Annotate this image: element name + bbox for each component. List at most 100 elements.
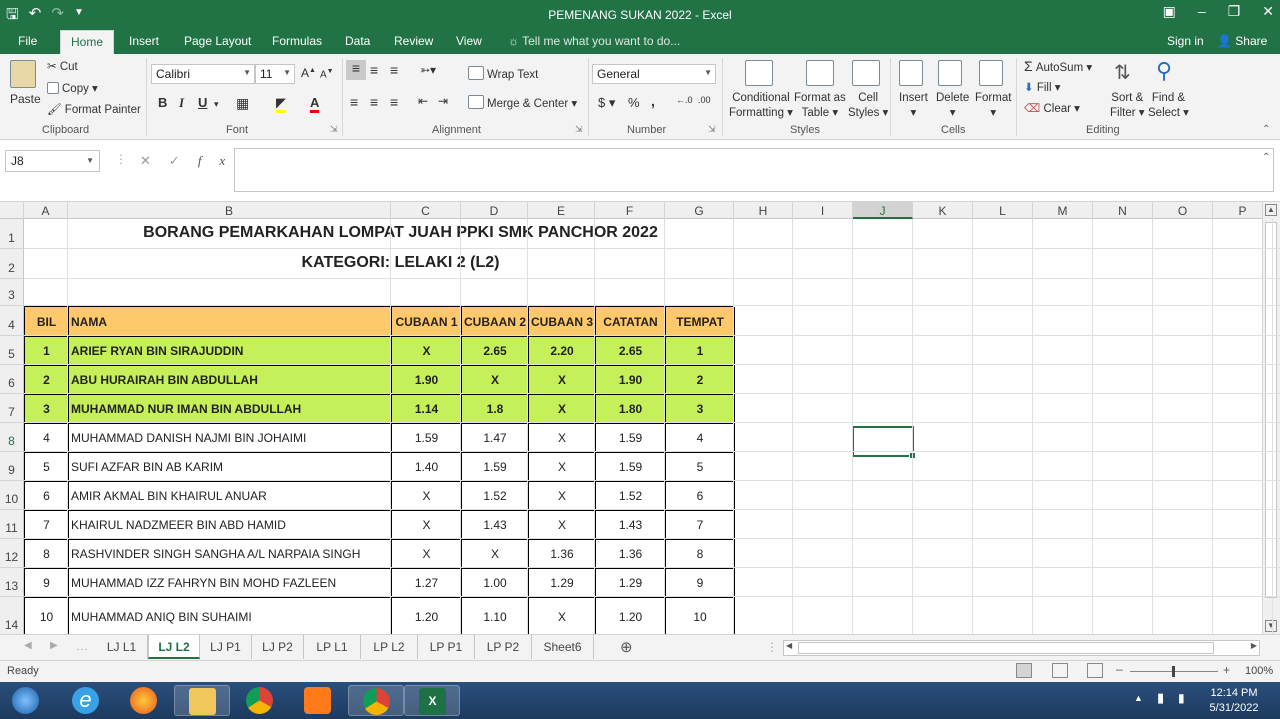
row-header-1[interactable]: 1 <box>0 219 24 249</box>
autosum-button[interactable]: Σ AutoSum ▾ <box>1024 58 1092 74</box>
table-cell[interactable]: X <box>529 598 596 634</box>
table-cell[interactable]: MUHAMMAD NUR IMAN BIN ABDULLAH <box>69 395 392 424</box>
table-header-cell[interactable]: CUBAAN 1 <box>392 307 462 337</box>
sheet-subtitle[interactable]: KATEGORI: LELAKI 2 (L2) <box>68 254 733 272</box>
table-cell[interactable]: 1.20 <box>392 598 462 634</box>
table-cell[interactable]: 1.29 <box>596 569 666 598</box>
row-header-14[interactable]: 14 <box>0 597 24 634</box>
column-header-i[interactable]: I <box>793 202 853 219</box>
normal-view-icon[interactable] <box>1016 663 1032 678</box>
cell-styles-icon[interactable] <box>852 60 880 86</box>
table-cell[interactable]: 1.90 <box>392 366 462 395</box>
align-left-icon[interactable]: ≡ <box>350 94 358 110</box>
align-center-icon[interactable]: ≡ <box>370 94 378 110</box>
table-cell[interactable]: 9 <box>25 569 69 598</box>
table-cell[interactable]: 1.36 <box>596 540 666 569</box>
sort-filter-button[interactable]: Sort & Filter ▾ <box>1110 91 1145 121</box>
top-align-icon[interactable]: ≡ <box>346 60 366 80</box>
table-header-cell[interactable]: NAMA <box>69 307 392 337</box>
table-cell[interactable]: 8 <box>666 540 735 569</box>
increase-font-icon[interactable]: A▲ <box>301 66 316 80</box>
chrome-profile-icon[interactable] <box>348 685 404 716</box>
font-color-icon[interactable]: A <box>310 95 320 113</box>
row-header-7[interactable]: 7 <box>0 394 24 423</box>
column-header-g[interactable]: G <box>665 202 734 219</box>
table-cell[interactable]: 2 <box>25 366 69 395</box>
table-cell[interactable]: ABU HURAIRAH BIN ABDULLAH <box>69 366 392 395</box>
table-cell[interactable]: 1.59 <box>596 453 666 482</box>
selected-cell-j8[interactable] <box>852 426 916 459</box>
table-cell[interactable]: KHAIRUL NADZMEER BIN ABD HAMID <box>69 511 392 540</box>
table-cell[interactable]: 1.10 <box>462 598 529 634</box>
enter-icon[interactable]: ✓ <box>169 153 198 168</box>
table-cell[interactable]: 1.14 <box>392 395 462 424</box>
format-as-table-icon[interactable] <box>806 60 834 86</box>
fill-color-icon[interactable]: ◤ <box>276 95 286 113</box>
tab-home[interactable]: Home <box>60 30 115 54</box>
sheet-tab-lp-p2[interactable]: LP P2 <box>475 635 532 659</box>
table-cell[interactable]: ARIEF RYAN BIN SIRAJUDDIN <box>69 337 392 366</box>
prev-sheet-icon[interactable]: ◀ <box>24 640 32 651</box>
decrease-font-icon[interactable]: A▼ <box>320 68 334 80</box>
increase-decimal-icon[interactable]: ←.0 <box>676 95 693 105</box>
table-cell[interactable]: SUFI AZFAR BIN AB KARIM <box>69 453 392 482</box>
table-cell[interactable]: 1 <box>666 337 735 366</box>
table-cell[interactable]: 2 <box>666 366 735 395</box>
format-cells-button[interactable]: Format ▾ <box>975 91 1011 121</box>
sheet-tabs-more-icon[interactable]: … <box>76 639 88 653</box>
table-cell[interactable]: 2.65 <box>596 337 666 366</box>
row-header-13[interactable]: 13 <box>0 568 24 597</box>
worksheet-grid[interactable]: ABCDEFGHIJKLMNOP 1 2 3 4 5 6 7 8 9 10 11 12 13 14 BOR… <box>0 202 1280 634</box>
row-header-8[interactable]: 8 <box>0 423 24 452</box>
sort-filter-icon[interactable]: ⇅ <box>1114 60 1131 85</box>
scroll-up-icon[interactable]: ▲ <box>1265 204 1277 216</box>
table-cell[interactable]: 1.40 <box>392 453 462 482</box>
cell-styles-button[interactable]: Cell Styles ▾ <box>848 91 888 121</box>
align-right-icon[interactable]: ≡ <box>390 94 398 110</box>
table-cell[interactable]: 9 <box>666 569 735 598</box>
percent-icon[interactable]: % <box>628 95 640 110</box>
table-cell[interactable]: 1.59 <box>462 453 529 482</box>
chrome-icon[interactable] <box>232 685 288 716</box>
zoom-out-icon[interactable]: – <box>1116 662 1123 676</box>
sheet-tab-lp-p1[interactable]: LP P1 <box>418 635 475 659</box>
decrease-decimal-icon[interactable]: .00 <box>698 95 711 105</box>
conditional-formatting-icon[interactable] <box>745 60 773 86</box>
wrap-text-button[interactable]: Wrap Text <box>468 66 538 81</box>
restore-icon[interactable]: ❐ <box>1228 3 1241 20</box>
table-cell[interactable]: MUHAMMAD ANIQ BIN SUHAIMI <box>69 598 392 634</box>
table-cell[interactable]: 6 <box>666 482 735 511</box>
table-cell[interactable]: 1.00 <box>462 569 529 598</box>
table-cell[interactable]: 4 <box>25 424 69 453</box>
horizontal-scrollbar[interactable]: ◀ ▶ <box>783 640 1260 656</box>
column-header-m[interactable]: M <box>1033 202 1093 219</box>
scroll-down-icon[interactable]: ▼ <box>1265 620 1277 632</box>
row-header-11[interactable]: 11 <box>0 510 24 539</box>
row-header-10[interactable]: 10 <box>0 481 24 510</box>
table-cell[interactable]: 1.36 <box>529 540 596 569</box>
underline-dropdown-icon[interactable]: ▾ <box>214 99 219 110</box>
table-cell[interactable]: 2.65 <box>462 337 529 366</box>
expand-formula-icon[interactable]: ⌃ <box>1262 152 1270 163</box>
sheet-tab-lp-l2[interactable]: LP L2 <box>361 635 418 659</box>
media-player-icon[interactable] <box>290 685 346 716</box>
battery-icon[interactable]: ▮ <box>1157 690 1164 706</box>
sheet-tab-lj-l2[interactable]: LJ L2 <box>148 635 200 659</box>
table-header-cell[interactable]: CUBAAN 2 <box>462 307 529 337</box>
insert-cells-icon[interactable] <box>899 60 923 86</box>
row-header-12[interactable]: 12 <box>0 539 24 568</box>
table-header-cell[interactable]: TEMPAT <box>666 307 735 337</box>
row-header-5[interactable]: 5 <box>0 336 24 365</box>
column-header-d[interactable]: D <box>461 202 528 219</box>
table-cell[interactable]: X <box>462 540 529 569</box>
excel-icon[interactable]: X <box>404 685 460 716</box>
table-cell[interactable]: X <box>392 540 462 569</box>
table-header-cell[interactable]: CUBAAN 3 <box>529 307 596 337</box>
table-cell[interactable]: X <box>529 453 596 482</box>
column-header-f[interactable]: F <box>595 202 665 219</box>
font-name-select[interactable]: Calibri ▼ <box>151 64 255 84</box>
sheet-tab-lp-l1[interactable]: LP L1 <box>304 635 361 659</box>
minimize-icon[interactable]: – <box>1198 3 1206 20</box>
new-sheet-icon[interactable]: ⊕ <box>620 638 633 656</box>
table-cell[interactable]: 7 <box>666 511 735 540</box>
